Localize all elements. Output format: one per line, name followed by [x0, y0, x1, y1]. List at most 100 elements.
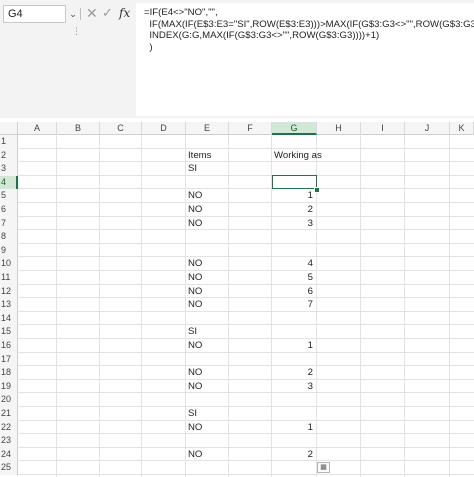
cell-E22[interactable]: NO	[188, 421, 202, 435]
cell-G7[interactable]: 3	[272, 217, 313, 231]
gridline-horizontal	[18, 270, 474, 271]
row-header-19[interactable]: 19	[0, 379, 18, 394]
fill-handle[interactable]	[314, 187, 320, 193]
gridline-horizontal	[18, 351, 474, 353]
column-header-E[interactable]: E	[186, 122, 229, 135]
cell-E3[interactable]: SI	[188, 162, 197, 176]
cell-E11[interactable]: NO	[188, 271, 202, 285]
cell-G22[interactable]: 1	[272, 421, 313, 435]
cell-G24[interactable]: 2	[272, 448, 313, 462]
quick-analysis-icon[interactable]: ▦	[317, 462, 330, 473]
active-cell-G4[interactable]	[272, 175, 317, 189]
more-options-icon[interactable]: ⋮	[72, 26, 81, 37]
cell-E10[interactable]: NO	[188, 257, 202, 271]
gridline-horizontal	[18, 215, 474, 217]
gridline-horizontal	[18, 229, 474, 231]
cell-G10[interactable]: 4	[272, 257, 313, 271]
gridline-horizontal	[18, 174, 474, 176]
row-header-13[interactable]: 13	[0, 298, 18, 312]
gridline-horizontal	[18, 256, 474, 258]
column-header-I[interactable]: I	[361, 122, 405, 135]
gridline-horizontal	[18, 202, 474, 203]
column-header-A[interactable]: A	[18, 122, 57, 135]
cell-E19[interactable]: NO	[188, 380, 202, 394]
row-header-22[interactable]: 22	[0, 420, 18, 435]
row-header-21[interactable]: 21	[0, 407, 18, 421]
cell-E15[interactable]: SI	[188, 325, 197, 339]
row-header-9[interactable]: 9	[0, 243, 18, 258]
row-header-8[interactable]: 8	[0, 230, 18, 244]
column-header-D[interactable]: D	[142, 122, 186, 135]
cancel-icon[interactable]: ✕	[86, 4, 98, 22]
cell-G13[interactable]: 7	[272, 298, 313, 312]
cell-E12[interactable]: NO	[188, 285, 202, 299]
cell-G18[interactable]: 2	[272, 366, 313, 380]
name-box[interactable]: G4	[3, 5, 66, 23]
enter-icon[interactable]: ✓	[102, 4, 113, 22]
row-header-25[interactable]: 25	[0, 461, 18, 475]
row-header-14[interactable]: 14	[0, 311, 18, 326]
row-header-24[interactable]: 24	[0, 447, 18, 462]
cell-E18[interactable]: NO	[188, 366, 202, 380]
name-box-dropdown-icon[interactable]: ⌄	[68, 6, 78, 22]
select-all-corner[interactable]	[0, 122, 18, 135]
row-header-11[interactable]: 11	[0, 271, 18, 285]
gridline-horizontal	[18, 338, 474, 339]
row-header-7[interactable]: 7	[0, 216, 18, 231]
column-header-G[interactable]: G	[272, 122, 317, 135]
cell-E2[interactable]: Items	[188, 149, 211, 163]
cell-G12[interactable]: 6	[272, 285, 313, 299]
row-header-23[interactable]: 23	[0, 434, 18, 448]
cell-E6[interactable]: NO	[188, 203, 202, 217]
cell-G6[interactable]: 2	[272, 203, 313, 217]
cell-G2[interactable]: Working as	[274, 149, 322, 163]
column-header-K[interactable]: K	[450, 122, 474, 135]
gridline-horizontal	[18, 161, 474, 163]
cell-G11[interactable]: 5	[272, 271, 313, 285]
cell-grid[interactable]: Items SI NO NO NO NO NO NO NO SI NO NO NO SI NO NO Worki…	[18, 135, 474, 477]
row-header-6[interactable]: 6	[0, 203, 18, 217]
row-header-17[interactable]: 17	[0, 352, 18, 367]
column-header-B[interactable]: B	[57, 122, 100, 135]
cell-G19[interactable]: 3	[272, 380, 313, 394]
cell-E16[interactable]: NO	[188, 339, 202, 353]
row-header-12[interactable]: 12	[0, 284, 18, 299]
row-header-3[interactable]: 3	[0, 162, 18, 176]
gridline-horizontal	[18, 147, 474, 149]
row-header-2[interactable]: 2	[0, 148, 18, 163]
gridline-vertical	[228, 135, 229, 477]
gridline-horizontal	[18, 365, 474, 367]
formula-bar-area: G4 ⌄ ⋮ ✕ ✓ fx =IF(E4<>"NO","", IF(MAX(IF…	[0, 0, 474, 118]
gridline-horizontal	[18, 419, 474, 421]
row-header-16[interactable]: 16	[0, 339, 18, 353]
gridline-horizontal	[18, 297, 474, 299]
cell-E21[interactable]: SI	[188, 407, 197, 421]
row-header-15[interactable]: 15	[0, 325, 18, 339]
formula-input[interactable]: =IF(E4<>"NO","", IF(MAX(IF(E$3:E3="SI",R…	[136, 3, 474, 116]
cell-E24[interactable]: NO	[188, 448, 202, 462]
row-header-5[interactable]: 5	[0, 189, 18, 203]
row-header-20[interactable]: 20	[0, 393, 18, 407]
column-header-F[interactable]: F	[229, 122, 272, 135]
insert-function-icon[interactable]: fx	[119, 4, 130, 22]
cell-G5[interactable]: 1	[272, 189, 313, 203]
cell-E5[interactable]: NO	[188, 189, 202, 203]
gridline-horizontal	[18, 310, 474, 312]
row-header-4[interactable]: 4	[0, 175, 18, 190]
gridline-vertical	[56, 135, 57, 477]
cell-E13[interactable]: NO	[188, 298, 202, 312]
column-header-J[interactable]: J	[405, 122, 450, 135]
cell-E7[interactable]: NO	[188, 217, 202, 231]
row-header-10[interactable]: 10	[0, 257, 18, 271]
row-header-1[interactable]: 1	[0, 135, 18, 149]
formula-bar-separator	[80, 8, 81, 20]
column-header-H[interactable]: H	[317, 122, 361, 135]
column-header-C[interactable]: C	[100, 122, 142, 135]
gridline-horizontal	[18, 446, 474, 448]
gridline-vertical	[449, 135, 450, 477]
gridline-horizontal	[18, 406, 474, 407]
row-header-18[interactable]: 18	[0, 366, 18, 380]
cell-G16[interactable]: 1	[272, 339, 313, 353]
gridline-horizontal	[18, 242, 474, 244]
gridline-horizontal	[18, 460, 474, 462]
